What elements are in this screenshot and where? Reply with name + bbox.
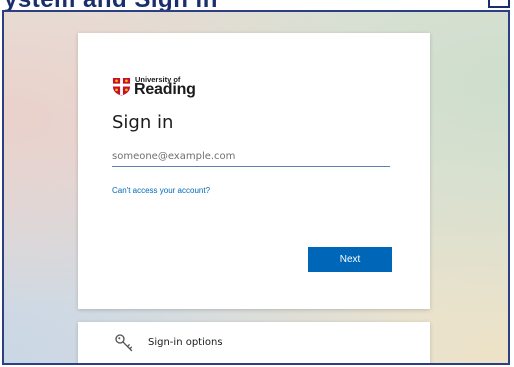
email-field[interactable] bbox=[112, 147, 390, 167]
sign-in-card: University of Reading Sign in Can't acce… bbox=[78, 33, 430, 309]
key-icon bbox=[115, 334, 133, 352]
sign-in-options-label: Sign-in options bbox=[148, 337, 223, 348]
logo-text-line2: Reading bbox=[134, 81, 196, 98]
cant-access-account-link[interactable]: Can't access your account? bbox=[112, 186, 210, 196]
screenshot-frame: University of Reading Sign in Can't acce… bbox=[2, 10, 510, 365]
sign-in-options-button[interactable]: Sign-in options bbox=[78, 322, 430, 363]
page-title: Sign in bbox=[112, 112, 174, 133]
shield-logo-icon bbox=[112, 77, 131, 96]
heading-box-fragment bbox=[488, 0, 510, 8]
next-button[interactable]: Next bbox=[308, 247, 392, 272]
